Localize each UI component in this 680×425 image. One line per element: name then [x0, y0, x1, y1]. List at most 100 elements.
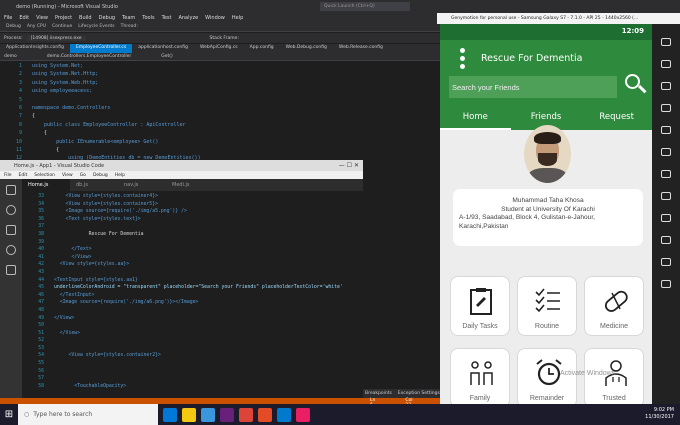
- vscode-menu-item[interactable]: Help: [115, 173, 125, 178]
- overflow-menu-icon[interactable]: [460, 48, 465, 72]
- output-tab[interactable]: Breakpoints: [365, 391, 392, 396]
- code-line: 36 <Text style={styles.text}>: [22, 216, 363, 224]
- gps-icon[interactable]: [661, 60, 671, 68]
- file-explorer-icon[interactable]: [182, 407, 196, 422]
- clipboard-icon: [470, 288, 492, 315]
- vscode-tab[interactable]: db.js: [70, 179, 118, 191]
- vs-toolbar-item[interactable]: Any CPU: [27, 24, 46, 29]
- visual-studio-icon[interactable]: [220, 407, 234, 422]
- vs-menu-item[interactable]: Debug: [99, 15, 115, 21]
- vs-output-tabs: Breakpoints Exception Settings: [363, 389, 440, 398]
- vscode-tab[interactable]: Medi.js: [166, 179, 214, 191]
- vscode-menu-item[interactable]: File: [4, 173, 12, 178]
- explorer-icon[interactable]: [6, 185, 16, 195]
- chrome-icon[interactable]: [239, 407, 253, 422]
- camera-icon[interactable]: [661, 82, 671, 90]
- vs-code-editor[interactable]: 1 using System.Net; 2 using System.Net.Http…: [0, 62, 440, 160]
- debug-icon[interactable]: [6, 245, 16, 255]
- extensions-icon[interactable]: [6, 265, 16, 275]
- tile-family[interactable]: Family: [450, 348, 510, 404]
- code-text: </Text>: [54, 247, 92, 253]
- code-text: {: [32, 147, 60, 154]
- vs-tab[interactable]: EmployeeController.cs: [69, 44, 133, 53]
- line-number: 34: [38, 201, 44, 207]
- vs-nav-dropdown[interactable]: demo: [4, 54, 17, 59]
- vs-tab[interactable]: Web.Debug.config: [280, 44, 333, 53]
- tab-home[interactable]: Home: [440, 108, 511, 130]
- store-icon[interactable]: [201, 407, 215, 422]
- battery-icon[interactable]: [661, 38, 671, 46]
- vscode-code-editor[interactable]: 33 <View style={styles.container4}> 34 <V…: [22, 193, 363, 398]
- vs-toolbar-item[interactable]: Debug: [6, 24, 21, 29]
- vs-toolbar-item[interactable]: Lifecycle Events: [78, 24, 114, 29]
- app-icon[interactable]: [258, 407, 272, 422]
- vs-toolbar-item[interactable]: Continue: [52, 24, 72, 29]
- vs-nav-dropdown[interactable]: Get(): [161, 54, 173, 59]
- code-text: <Text style={styles.text}>: [54, 216, 141, 222]
- vscode-icon[interactable]: [277, 407, 291, 422]
- windows-start-icon[interactable]: ⊞: [0, 404, 18, 425]
- vs-tab[interactable]: ApplicationInsights.config: [0, 44, 70, 53]
- vscode-menu-item[interactable]: Selection: [34, 173, 55, 178]
- process-select[interactable]: [14908] iisexpress.exe: [26, 35, 86, 41]
- vs-tab[interactable]: App.config: [244, 44, 280, 53]
- genymotion-icon[interactable]: [296, 407, 310, 422]
- vscode-tab[interactable]: nav.js: [118, 179, 166, 191]
- vs-nav-dropdown[interactable]: demo.Controllers.EmployeeController: [47, 54, 131, 59]
- output-tab[interactable]: Exception Settings: [398, 391, 440, 396]
- vs-toolbar-item[interactable]: Thread:: [121, 24, 138, 29]
- taskbar-search[interactable]: ○ Type here to search: [18, 404, 158, 425]
- code-text: <TouchableOpacity>: [54, 383, 127, 389]
- code-line: 43: [22, 269, 363, 277]
- quick-launch-input[interactable]: Quick Launch (Ctrl+Q): [320, 2, 410, 11]
- line-number: 58: [38, 383, 44, 389]
- vscode-menu-item[interactable]: Go: [80, 173, 86, 178]
- vs-tab[interactable]: applicationhost.config: [132, 44, 194, 53]
- volume-down-icon[interactable]: [661, 170, 671, 178]
- vs-menu-item[interactable]: Help: [232, 15, 243, 21]
- code-text: </View>: [54, 254, 92, 260]
- home-icon[interactable]: [661, 236, 671, 244]
- volume-up-icon[interactable]: [661, 148, 671, 156]
- vs-menu-item[interactable]: Window: [205, 15, 225, 21]
- vscode-window-controls[interactable]: — ☐ ✕: [339, 162, 359, 169]
- edge-icon[interactable]: [163, 407, 177, 422]
- vscode-menu-item[interactable]: View: [62, 173, 73, 178]
- vs-menu-item[interactable]: Project: [55, 15, 72, 21]
- vs-menu-item[interactable]: View: [36, 15, 48, 21]
- vscode-tab[interactable]: Home.js: [22, 179, 70, 191]
- line-number: 38: [38, 231, 44, 237]
- line-number: 48: [38, 307, 44, 313]
- search-friends-input[interactable]: [449, 76, 617, 98]
- power-icon[interactable]: [661, 280, 671, 288]
- back-icon[interactable]: [661, 214, 671, 222]
- vs-menu-item[interactable]: Build: [79, 15, 92, 21]
- vs-menu-item[interactable]: Tools: [142, 15, 154, 21]
- vscode-menu-item[interactable]: Debug: [93, 173, 108, 178]
- rotate-icon[interactable]: [661, 192, 671, 200]
- tile-daily-tasks[interactable]: Daily Tasks: [450, 276, 510, 336]
- tile-routine[interactable]: Routine: [517, 276, 577, 336]
- id-icon[interactable]: [661, 104, 671, 112]
- tab-request[interactable]: Request: [581, 108, 652, 130]
- vs-tab[interactable]: Web.Release.config: [333, 44, 389, 53]
- recent-apps-icon[interactable]: [661, 258, 671, 266]
- vs-menu-item[interactable]: Analyze: [178, 15, 198, 21]
- code-text: underlineColorAndroid = "transparent" pl…: [54, 285, 343, 291]
- system-tray-clock[interactable]: 9:02 PM 11/30/2017: [645, 407, 674, 421]
- media-icon[interactable]: [661, 126, 671, 134]
- vs-menu-item[interactable]: Edit: [19, 15, 29, 21]
- line-number: 39: [38, 239, 44, 245]
- vs-menu-item[interactable]: File: [4, 15, 12, 21]
- vscode-menu-item[interactable]: Edit: [19, 173, 28, 178]
- search-icon[interactable]: [625, 74, 647, 98]
- vs-menu-item[interactable]: Team: [122, 15, 135, 21]
- vs-tab[interactable]: WebApiConfig.cs: [194, 44, 244, 53]
- tile-medicine[interactable]: Medicine: [584, 276, 644, 336]
- code-text: <View style={styles.container4}>: [54, 194, 158, 199]
- vs-menu-item[interactable]: Test: [162, 15, 172, 21]
- line-number: 35: [38, 209, 44, 215]
- code-line: 44 <TextInput style={styles.aa1}: [22, 277, 363, 285]
- source-control-icon[interactable]: [6, 225, 16, 235]
- search-icon[interactable]: [6, 205, 16, 215]
